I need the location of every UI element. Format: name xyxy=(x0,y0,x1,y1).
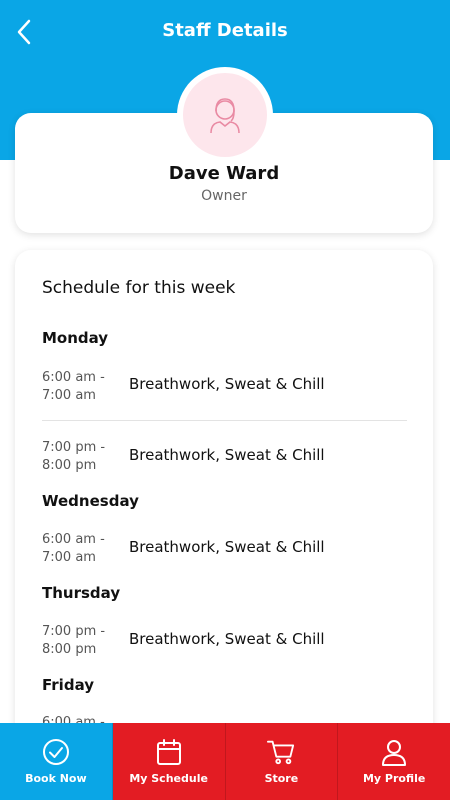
user-icon xyxy=(380,738,408,766)
time-range: 6:00 am - 7:00 am xyxy=(42,369,105,405)
time-range: 6:00 am - 7:00 am xyxy=(42,531,105,567)
time-start: 6:00 am - xyxy=(42,532,105,547)
nav-my-schedule[interactable]: My Schedule xyxy=(112,723,226,800)
class-link[interactable]: Breathwork, Sweat & Chill xyxy=(129,630,325,648)
time-start: 6:00 am - xyxy=(42,370,105,385)
avatar xyxy=(183,73,267,157)
class-link[interactable]: Breathwork, Sweat & Chill xyxy=(129,446,325,464)
nav-store[interactable]: Store xyxy=(225,723,339,800)
staff-role: Owner xyxy=(201,188,247,204)
time-start: 7:00 pm - xyxy=(42,440,106,455)
avatar-ring xyxy=(177,67,273,163)
nav-label: Book Now xyxy=(25,772,87,785)
page-title: Staff Details xyxy=(162,20,288,41)
time-end: 8:00 pm xyxy=(42,642,97,657)
time-start: 7:00 pm - xyxy=(42,624,106,639)
nav-label: My Schedule xyxy=(129,772,208,785)
time-end: 8:00 pm xyxy=(42,458,97,473)
nav-label: My Profile xyxy=(362,772,426,785)
female-user-icon xyxy=(210,98,240,134)
divider xyxy=(42,420,407,421)
day-heading-wednesday: Wednesday xyxy=(42,492,139,510)
time-end: 7:00 am xyxy=(42,388,96,403)
schedule-card: Schedule for this week Monday 6:00 am - … xyxy=(15,250,433,770)
day-heading-friday: Friday xyxy=(42,676,95,694)
day-heading-thursday: Thursday xyxy=(42,584,121,602)
bottom-nav: Book Now My Schedule Store My Profile xyxy=(0,723,450,800)
day-heading-monday: Monday xyxy=(42,329,109,347)
time-range: 7:00 pm - 8:00 pm xyxy=(42,623,105,659)
nav-label: Store xyxy=(264,772,299,785)
class-link[interactable]: Breathwork, Sweat & Chill xyxy=(129,375,325,393)
calendar-icon xyxy=(155,738,183,766)
check-circle-icon xyxy=(42,738,70,766)
class-link[interactable]: Breathwork, Sweat & Chill xyxy=(129,538,325,556)
nav-my-profile[interactable]: My Profile xyxy=(338,723,450,800)
nav-book-now[interactable]: Book Now xyxy=(0,723,113,800)
cart-icon xyxy=(267,738,295,766)
staff-name: Dave Ward xyxy=(168,163,280,184)
time-range: 7:00 pm - 8:00 pm xyxy=(42,439,105,475)
schedule-title: Schedule for this week xyxy=(42,278,236,298)
time-end: 7:00 am xyxy=(42,550,96,565)
